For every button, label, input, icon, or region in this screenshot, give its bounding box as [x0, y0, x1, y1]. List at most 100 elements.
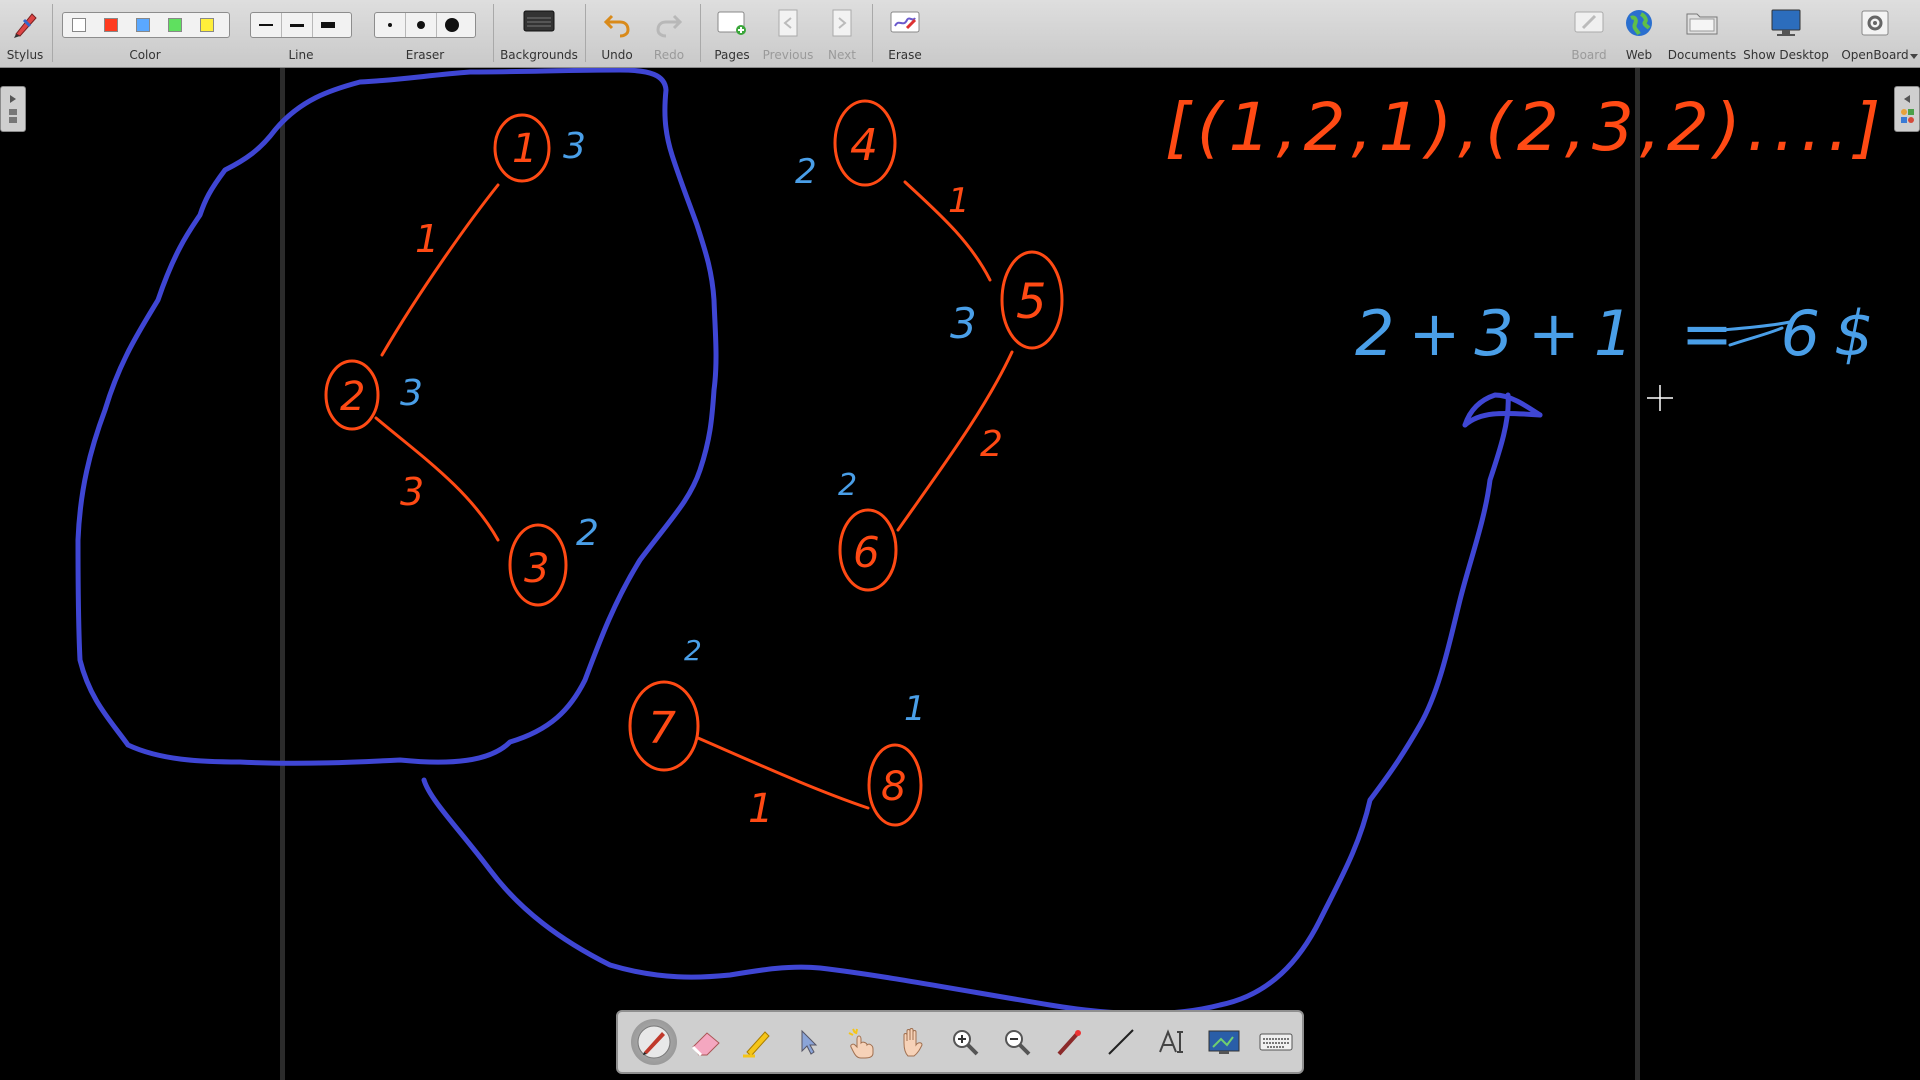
settings-gear-icon: [1861, 10, 1889, 36]
zoom-in-tool-button[interactable]: [939, 1016, 991, 1068]
undo-label: Undo: [601, 48, 633, 62]
capture-icon: [1208, 1030, 1240, 1054]
web-label: Web: [1625, 48, 1653, 62]
stylus-button[interactable]: Stylus: [0, 0, 50, 68]
edge-weight-5-6: 2: [980, 424, 1003, 465]
node-weight-1: 3: [563, 126, 586, 167]
eraser-icon: [691, 1032, 720, 1057]
show-desktop-button[interactable]: Show Desktop: [1742, 0, 1830, 68]
next-label: Next: [828, 48, 856, 62]
previous-button[interactable]: Previous: [760, 0, 816, 68]
erase-label: Erase: [888, 48, 922, 62]
top-toolbar: Stylus Color Line Eraser Backgrounds Und…: [0, 0, 1920, 68]
node-label-5: 5: [1016, 274, 1047, 330]
chevron-down-icon: [1910, 54, 1918, 59]
left-panel-toggle[interactable]: [0, 86, 26, 132]
pointer-icon: [1057, 1030, 1081, 1056]
folder-icon: [1686, 13, 1718, 35]
eraser-size-medium[interactable]: [406, 13, 437, 37]
right-panel-toggle[interactable]: [1894, 86, 1920, 132]
openboard-menu-button[interactable]: OpenBoard: [1832, 0, 1918, 68]
desktop-icon: [1771, 9, 1801, 36]
keyboard-icon: [1259, 1033, 1293, 1051]
node-weight-5: 3: [950, 299, 977, 348]
show-desktop-label: Show Desktop: [1743, 48, 1829, 62]
node-label-2: 2: [340, 374, 365, 420]
pen-icon: [637, 1025, 671, 1059]
eraser-size-selector: [374, 12, 476, 38]
toolbar-separator: [872, 4, 873, 62]
stylus-icon: [14, 13, 37, 38]
edge-weight-1-2: 1: [415, 217, 439, 261]
selector-tool-button[interactable]: [784, 1016, 836, 1068]
pages-button[interactable]: Pages: [706, 0, 758, 68]
color-swatch-white[interactable]: [72, 18, 86, 32]
node-weight-2: 3: [400, 373, 423, 414]
next-button[interactable]: Next: [818, 0, 866, 68]
line-tool-button[interactable]: [1095, 1016, 1147, 1068]
add-page-icon: [717, 11, 746, 35]
edge-weight-2-3: 3: [400, 470, 424, 514]
edge-2-3: [374, 416, 500, 542]
node-weight-3: 2: [576, 513, 599, 554]
zoom-out-tool-button[interactable]: [991, 1016, 1043, 1068]
hand-icon: [903, 1028, 923, 1057]
drawing-canvas[interactable]: 1 2 3 4 5 6 7 8 3 3 2 2 3 2 2 1 1 3 1 2 …: [0, 0, 1920, 1080]
eraser-size-large[interactable]: [437, 13, 467, 37]
color-swatch-green[interactable]: [168, 18, 182, 32]
pen-tool-button[interactable]: [631, 1019, 677, 1065]
previous-page-icon: [778, 9, 798, 37]
library-icon: [1901, 95, 1914, 123]
arrow-right-icon: [9, 95, 17, 123]
pointer-tool-button[interactable]: [1043, 1016, 1095, 1068]
keyboard-tool-button[interactable]: [1250, 1016, 1302, 1068]
documents-label: Documents: [1667, 48, 1737, 62]
line-width-thin[interactable]: [251, 13, 282, 37]
backgrounds-button[interactable]: Backgrounds: [498, 0, 580, 68]
edge-weight-7-8: 1: [748, 786, 773, 832]
node-label-7: 7: [648, 703, 676, 754]
eraser-size-small[interactable]: [375, 13, 406, 37]
line-icon: [1107, 1029, 1134, 1055]
line-width-thick[interactable]: [313, 13, 343, 37]
previous-label: Previous: [762, 48, 814, 62]
line-label: Line: [288, 48, 314, 62]
erase-button[interactable]: Erase: [880, 0, 930, 68]
line-width-medium[interactable]: [282, 13, 313, 37]
interact-tool-button[interactable]: [835, 1016, 887, 1068]
redo-icon: [656, 14, 683, 38]
pages-label: Pages: [714, 48, 750, 62]
web-button[interactable]: Web: [1616, 0, 1662, 68]
color-swatch-blue[interactable]: [136, 18, 150, 32]
board-button[interactable]: Board: [1566, 0, 1612, 68]
undo-button[interactable]: Undo: [592, 0, 642, 68]
redo-button[interactable]: Redo: [644, 0, 694, 68]
selector-arrow-icon: [801, 1029, 818, 1055]
documents-button[interactable]: Documents: [1664, 0, 1740, 68]
node-weight-4: 2: [795, 152, 817, 192]
undo-icon: [603, 14, 630, 38]
marker-tool-button[interactable]: [732, 1016, 784, 1068]
eraser-tool-button[interactable]: [680, 1016, 732, 1068]
marker-icon: [742, 1031, 770, 1058]
capture-tool-button[interactable]: [1198, 1016, 1250, 1068]
board-icon: [1574, 11, 1604, 33]
zoom-out-icon: [1004, 1030, 1031, 1056]
node-label-8: 8: [881, 764, 906, 810]
node-label-3: 3: [524, 546, 549, 592]
next-page-icon: [832, 9, 852, 37]
node-label-1: 1: [512, 126, 537, 172]
color-swatch-yellow[interactable]: [200, 18, 214, 32]
board-label: Board: [1571, 48, 1607, 62]
node-weight-6: 2: [838, 468, 857, 503]
text-tool-button[interactable]: [1146, 1016, 1198, 1068]
hand-tool-button[interactable]: [887, 1016, 939, 1068]
ink-outline-loop: [75, 67, 719, 766]
edge-7-8: [696, 736, 870, 810]
crosshair-cursor: [1647, 385, 1673, 411]
stylus-label: Stylus: [6, 48, 44, 62]
laser-pointer-icon: [848, 1028, 874, 1059]
eraser-group: Eraser: [374, 0, 476, 68]
node-label-4: 4: [850, 120, 878, 171]
color-swatch-red[interactable]: [104, 18, 118, 32]
